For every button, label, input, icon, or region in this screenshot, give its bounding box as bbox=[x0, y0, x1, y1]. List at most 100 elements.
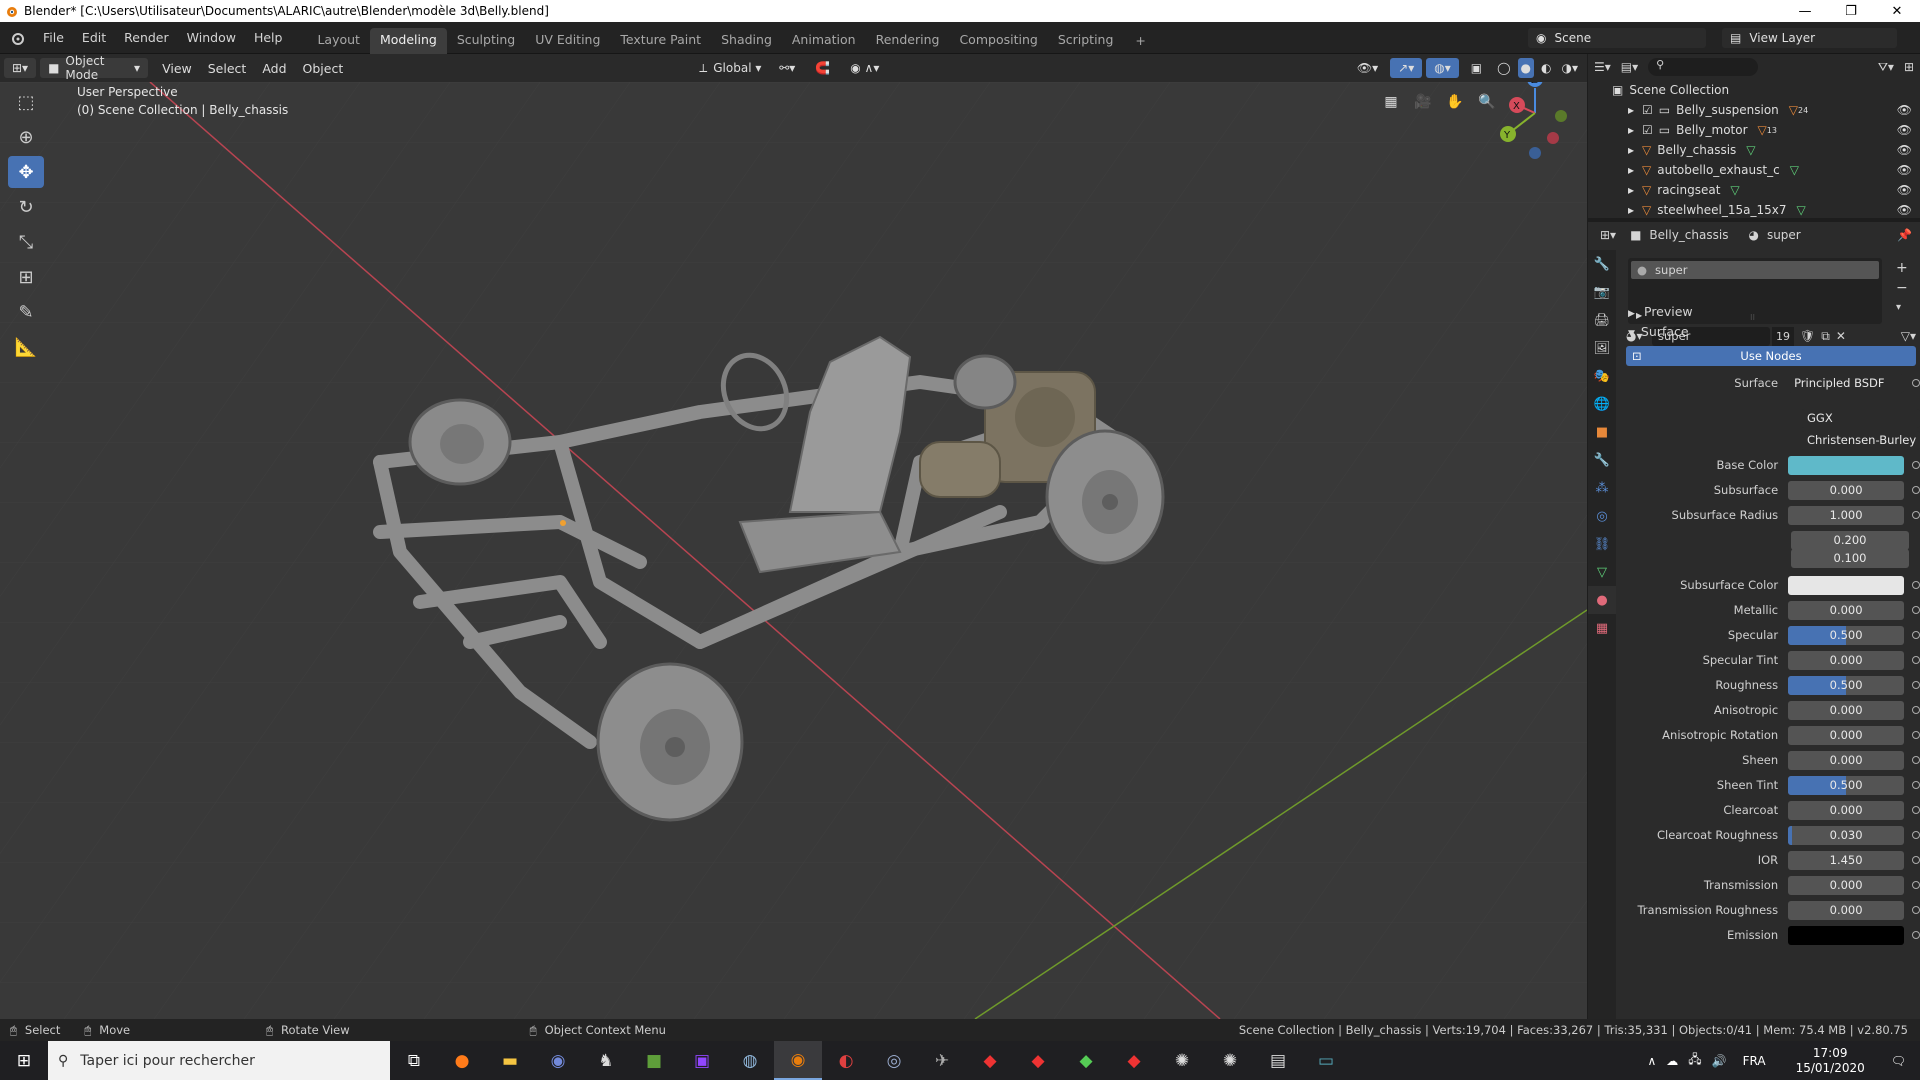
link-socket-icon[interactable] bbox=[1912, 511, 1920, 519]
particles-tab-icon[interactable]: ⁂ bbox=[1588, 474, 1616, 502]
collection-checkbox[interactable]: ☑ bbox=[1642, 103, 1653, 117]
menu-edit[interactable]: Edit bbox=[73, 30, 115, 45]
transmission-field[interactable]: 0.000 bbox=[1788, 875, 1905, 895]
app-dots2019-icon[interactable]: ✺ bbox=[1158, 1041, 1206, 1080]
minimize-button[interactable]: — bbox=[1782, 0, 1828, 22]
add-workspace-button[interactable]: + bbox=[1125, 29, 1155, 52]
new-collection-icon[interactable]: ⊞ bbox=[1904, 60, 1914, 74]
subsurface-color-swatch[interactable] bbox=[1788, 575, 1905, 595]
app-sw-icon[interactable]: ◆ bbox=[966, 1041, 1014, 1080]
link-socket-icon[interactable] bbox=[1912, 656, 1920, 664]
data-icon[interactable]: ▽ bbox=[1746, 143, 1755, 157]
constraints-tab-icon[interactable]: ⛓ bbox=[1588, 530, 1616, 558]
twitch-icon[interactable]: ▣ bbox=[678, 1041, 726, 1080]
shading-rendered-button[interactable]: ◑▾ bbox=[1559, 58, 1582, 78]
sheen-tint-field[interactable]: 0.500 bbox=[1788, 775, 1905, 795]
data-icon[interactable]: ▽ bbox=[1790, 163, 1799, 177]
menu-render[interactable]: Render bbox=[115, 30, 178, 45]
zoom-view-icon[interactable]: 🔍 bbox=[1474, 89, 1500, 115]
snap-toggle[interactable]: 🧲 bbox=[807, 58, 838, 78]
emission-field[interactable] bbox=[1788, 925, 1905, 945]
link-socket-icon[interactable] bbox=[1912, 486, 1920, 494]
app-e2019-icon[interactable]: ◆ bbox=[1062, 1041, 1110, 1080]
tray-expand-icon[interactable]: ∧ bbox=[1647, 1054, 1656, 1068]
shading-solid-button[interactable]: ● bbox=[1517, 58, 1535, 78]
rotate-tool-icon[interactable]: ↻ bbox=[8, 191, 44, 223]
gizmo-toggle[interactable]: ↗▾ bbox=[1390, 58, 1423, 78]
anisotropic-field[interactable]: 0.000 bbox=[1788, 700, 1905, 720]
viewport-menu-select[interactable]: Select bbox=[200, 61, 255, 76]
new-material-icon[interactable]: ⧉ bbox=[1821, 329, 1830, 344]
visibility-eye-icon[interactable]: 👁 bbox=[1897, 143, 1912, 157]
outliner-item[interactable]: ▸ ☑ ▭ Belly_motor ▽ 13 👁 bbox=[1588, 120, 1920, 140]
measure-tool-icon[interactable]: 📐 bbox=[8, 331, 44, 363]
scene-selector[interactable]: ◉ Scene bbox=[1528, 28, 1706, 48]
proportional-edit-toggle[interactable]: ◉ ∧▾ bbox=[842, 58, 887, 78]
app-sw2019-icon[interactable]: ◆ bbox=[1014, 1041, 1062, 1080]
base-color-swatch[interactable] bbox=[1788, 455, 1905, 475]
preview-title[interactable]: Preview bbox=[1644, 304, 1693, 319]
link-mode-icon[interactable]: ▽▾ bbox=[1901, 329, 1916, 343]
filter-icon[interactable]: ⛛▾ bbox=[1878, 60, 1894, 75]
roughness-field[interactable]: 0.500 bbox=[1788, 675, 1905, 695]
surface-header[interactable]: ▼ Surface bbox=[1628, 324, 1689, 339]
menu-window[interactable]: Window bbox=[178, 30, 245, 45]
preview-header[interactable]: ▶ bbox=[1628, 304, 1641, 319]
scale-tool-icon[interactable]: ⤡ bbox=[8, 226, 44, 258]
object-tab-icon[interactable]: ■ bbox=[1588, 418, 1616, 446]
pivot-dropdown[interactable]: ⚯▾ bbox=[771, 58, 803, 78]
link-socket-icon[interactable] bbox=[1912, 581, 1920, 589]
visibility-eye-icon[interactable]: 👁 bbox=[1897, 163, 1912, 177]
link-socket-icon[interactable] bbox=[1912, 856, 1920, 864]
tab-compositing[interactable]: Compositing bbox=[949, 28, 1047, 54]
discord-icon[interactable]: ◉ bbox=[534, 1041, 582, 1080]
app-bm-icon[interactable]: ♞ bbox=[582, 1041, 630, 1080]
visibility-eye-icon[interactable]: 👁 bbox=[1897, 103, 1912, 117]
collection-checkbox[interactable]: ☑ bbox=[1642, 123, 1653, 137]
material-slot-item[interactable]: ● super bbox=[1631, 261, 1879, 279]
unlink-material-icon[interactable]: ✕ bbox=[1836, 329, 1846, 343]
orientation-dropdown[interactable]: ⟂ Global ▾ bbox=[691, 58, 767, 78]
clearcoat-roughness-field[interactable]: 0.030 bbox=[1788, 825, 1905, 845]
app-plane-icon[interactable]: ✈ bbox=[918, 1041, 966, 1080]
outliner-item[interactable]: ▸ ▽ racingseat ▽ 👁 bbox=[1588, 180, 1920, 200]
app-red-swirl-icon[interactable]: ◐ bbox=[822, 1041, 870, 1080]
scene-tab-icon[interactable]: 🎭 bbox=[1588, 362, 1616, 390]
select-box-tool-icon[interactable]: ⬚ bbox=[8, 86, 44, 118]
add-slot-button[interactable]: + bbox=[1896, 260, 1908, 276]
modifier-tab-icon[interactable]: 🔧 bbox=[1588, 446, 1616, 474]
data-icon[interactable]: ▽ bbox=[1796, 203, 1805, 217]
expand-chevron-icon[interactable]: ▸ bbox=[1628, 103, 1634, 117]
metallic-field[interactable]: 0.000 bbox=[1788, 600, 1905, 620]
outliner-item[interactable]: ▸ ▽ autobello_exhaust_c ▽ 👁 bbox=[1588, 160, 1920, 180]
expand-chevron-icon[interactable]: ▸ bbox=[1628, 183, 1634, 197]
material-tab-icon[interactable]: ● bbox=[1588, 586, 1616, 614]
3d-viewport[interactable]: Z X Y User Perspective (0) Scene Collect… bbox=[0, 82, 1587, 1019]
view-layer-selector[interactable]: ▤ View Layer bbox=[1722, 28, 1897, 48]
app-2019-icon[interactable]: ▤ bbox=[1254, 1041, 1302, 1080]
distribution-dropdown[interactable]: GGX bbox=[1801, 408, 1920, 428]
world-tab-icon[interactable]: 🌐 bbox=[1588, 390, 1616, 418]
outliner-item[interactable]: ▸ ▽ Belly_chassis ▽ 👁 bbox=[1588, 140, 1920, 160]
taskbar-search-input[interactable]: ⚲ Taper ici pour rechercher bbox=[48, 1041, 390, 1080]
slot-specials-button[interactable]: ▾ bbox=[1896, 302, 1901, 313]
task-view-icon[interactable]: ⧉ bbox=[390, 1041, 438, 1080]
expand-chevron-icon[interactable]: ▸ bbox=[1628, 163, 1634, 177]
view-layer-tab-icon[interactable]: 🖼 bbox=[1588, 334, 1616, 362]
link-socket-icon[interactable] bbox=[1912, 706, 1920, 714]
visibility-eye-icon[interactable]: 👁 bbox=[1897, 203, 1912, 217]
visibility-dropdown[interactable]: 👁▾ bbox=[1349, 58, 1386, 78]
app-dots2019b-icon[interactable]: ✺ bbox=[1206, 1041, 1254, 1080]
link-socket-icon[interactable] bbox=[1912, 831, 1920, 839]
notification-icon[interactable]: 🗨 bbox=[1891, 1054, 1906, 1068]
visibility-eye-icon[interactable]: 👁 bbox=[1897, 183, 1912, 197]
specular-tint-field[interactable]: 0.000 bbox=[1788, 650, 1905, 670]
link-socket-icon[interactable] bbox=[1912, 681, 1920, 689]
texture-tab-icon[interactable]: ▦ bbox=[1588, 614, 1616, 642]
outliner-search-input[interactable]: ⚲ bbox=[1648, 58, 1759, 76]
overlay-toggle[interactable]: ◍▾ bbox=[1426, 58, 1459, 78]
menu-file[interactable]: File bbox=[34, 30, 73, 45]
anisotropic-rotation-field[interactable]: 0.000 bbox=[1788, 725, 1905, 745]
data-icon[interactable]: ▽ bbox=[1730, 183, 1739, 197]
onedrive-icon[interactable]: ☁ bbox=[1666, 1054, 1678, 1068]
